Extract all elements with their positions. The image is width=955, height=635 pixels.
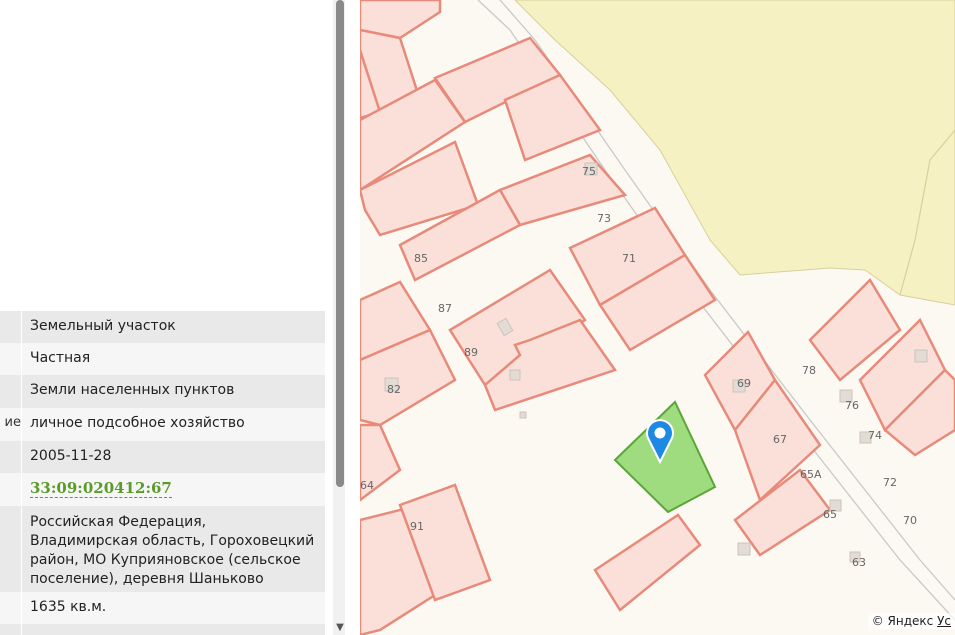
row-cadastral-number: 33:09:020412:67	[0, 473, 325, 506]
plot-number: 63	[852, 556, 866, 569]
row-permitted-use: ие личное подсобное хозяйство	[0, 408, 325, 441]
plot-number: 91	[410, 520, 424, 533]
registration-date-value: 2005-11-28	[30, 448, 112, 464]
plot-number: 71	[622, 252, 636, 265]
row-address: Российская Федерация, Владимирская облас…	[0, 506, 325, 592]
row-key	[0, 343, 22, 375]
building	[519, 411, 527, 419]
plot-number: 70	[903, 514, 917, 527]
plot-number: 67	[773, 433, 787, 446]
row-key	[0, 375, 22, 408]
row-area: 1635 кв.м.	[0, 592, 325, 624]
land-category-value: Земли населенных пунктов	[30, 382, 235, 398]
row-land-category: Земли населенных пунктов	[0, 375, 325, 408]
ownership-value: Частная	[30, 350, 91, 366]
plot-number: 74	[868, 429, 882, 442]
plot-number: 87	[438, 302, 452, 315]
plot-number: 72	[883, 476, 897, 489]
building	[509, 369, 521, 381]
object-type-value: Земельный участок	[30, 318, 176, 334]
selected-land-plot[interactable]	[613, 400, 717, 514]
row-ownership: Частная	[0, 343, 325, 375]
building	[737, 542, 751, 556]
land-plot[interactable]	[593, 513, 702, 612]
cadastral-map[interactable]: 75 73 71 85 87 89 82 69 78 76 74 67 65А …	[360, 0, 955, 635]
row-next	[0, 624, 325, 635]
plot-number: 76	[845, 399, 859, 412]
terms-link[interactable]: Ус	[937, 614, 951, 628]
plot-number: 65А	[800, 468, 822, 481]
row-key	[0, 311, 22, 343]
map-canvas[interactable]: 75 73 71 85 87 89 82 69 78 76 74 67 65А …	[360, 0, 955, 635]
area-value: 1635 кв.м.	[30, 599, 107, 615]
next-row-value	[22, 624, 325, 635]
cadastral-number-link[interactable]: 33:09:020412:67	[30, 479, 172, 498]
info-panel: Земельный участок Частная Земли населенн…	[0, 0, 345, 635]
building	[914, 349, 928, 363]
row-key	[0, 441, 22, 473]
plot-number: 75	[582, 165, 596, 178]
row-key: ие	[0, 408, 22, 441]
plot-number: 85	[414, 252, 428, 265]
land-plot[interactable]	[733, 468, 832, 557]
row-key	[0, 624, 22, 635]
row-registration-date: 2005-11-28	[0, 441, 325, 473]
row-object-type: Земельный участок	[0, 311, 325, 343]
map-copyright: © Яндекс Ус	[867, 613, 955, 629]
address-value: Российская Федерация, Владимирская облас…	[30, 514, 315, 587]
copyright-text: © Яндекс	[871, 614, 934, 628]
permitted-use-value: личное подсобное хозяйство	[30, 415, 245, 431]
row-key	[0, 506, 22, 592]
row-key	[0, 592, 22, 624]
plot-number: 73	[597, 212, 611, 225]
plot-number: 89	[464, 346, 478, 359]
scrollbar-thumb[interactable]	[336, 0, 344, 487]
plot-number: 64	[360, 479, 374, 492]
plot-number: 69	[737, 377, 751, 390]
row-key	[0, 473, 22, 506]
plot-number: 78	[802, 364, 816, 377]
plot-number: 82	[387, 383, 401, 396]
cadastral-number-cell: 33:09:020412:67	[22, 473, 325, 506]
panel-separator	[345, 0, 360, 635]
plot-number: 65	[823, 508, 837, 521]
